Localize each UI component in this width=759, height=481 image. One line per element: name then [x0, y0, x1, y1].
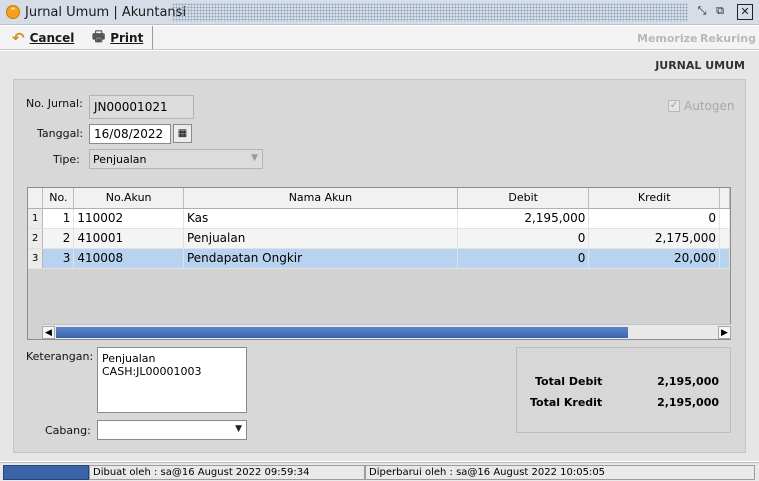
total-kredit-value: 2,195,000 — [657, 396, 719, 409]
cancel-button[interactable]: ↶ Cancel — [6, 28, 80, 48]
window-title: Jurnal Umum | Akuntansi — [25, 5, 187, 20]
column-header-kredit[interactable]: Kredit — [588, 188, 720, 209]
table-header-row: No. No.Akun Nama Akun Debit Kredit — [28, 188, 730, 209]
title-bar: ⌃ Jurnal Umum | Akuntansi ⤡ ⧉ ✕ — [0, 0, 759, 25]
table-row-selected[interactable]: 3 3 410008 Pendapatan Ongkir 0 20,000 — [28, 248, 730, 269]
column-header-no[interactable]: No. — [42, 188, 75, 209]
cell-nama-akun: Kas — [183, 208, 458, 229]
scroll-right-icon[interactable]: ▶ — [718, 326, 731, 339]
toolbar-separator — [152, 26, 153, 49]
keterangan-label: Keterangan: — [26, 350, 94, 363]
cabang-select[interactable]: ▼ — [97, 420, 247, 440]
cell-filler — [719, 208, 730, 229]
row-number: 3 — [28, 248, 44, 269]
rekuring-button[interactable]: Rekuring — [700, 32, 756, 45]
cell-kredit: 2,175,000 — [588, 228, 720, 249]
cell-debit: 0 — [457, 248, 590, 269]
status-bar: Dibuat oleh : sa@16 August 2022 09:59:34… — [0, 462, 759, 481]
app-icon: ⌃ — [6, 5, 20, 19]
cell-no-akun: 410001 — [73, 228, 184, 249]
journal-table: No. No.Akun Nama Akun Debit Kredit 1 1 1… — [28, 188, 730, 269]
total-kredit-label: Total Kredit — [530, 396, 603, 409]
cancel-label: Cancel — [29, 31, 75, 45]
scroll-left-icon[interactable]: ◀ — [42, 326, 55, 339]
restore-icon[interactable]: ⤡ — [694, 4, 710, 20]
totals-panel: Total Debit 2,195,000 Total Kredit 2,195… — [516, 347, 731, 433]
chevron-down-icon: ▼ — [251, 153, 258, 163]
cell-debit: 2,195,000 — [457, 208, 590, 229]
cell-kredit: 0 — [588, 208, 720, 229]
tanggal-label: Tanggal: — [37, 127, 84, 140]
scrollbar-thumb[interactable] — [56, 327, 628, 338]
undo-arrow-icon: ↶ — [12, 29, 25, 47]
autogen-label: Autogen — [684, 99, 735, 113]
tipe-select[interactable]: Penjualan ▼ — [89, 149, 263, 169]
tipe-label: Tipe: — [53, 153, 80, 166]
section-title: JURNAL UMUM — [655, 59, 745, 72]
close-icon[interactable]: ✕ — [737, 4, 753, 20]
cell-no-akun: 410008 — [73, 248, 184, 269]
status-updated: Diperbarui oleh : sa@16 August 2022 10:0… — [365, 465, 755, 480]
toolbar: ↶ Cancel 🖶 Print Memorize Rekuring — [0, 26, 759, 50]
cell-kredit: 20,000 — [588, 248, 720, 269]
printer-icon: 🖶 — [92, 29, 106, 45]
table-row[interactable]: 1 1 110002 Kas 2,195,000 0 — [28, 208, 730, 229]
cell-filler — [719, 228, 730, 249]
cell-no: 1 — [42, 208, 75, 229]
total-debit-value: 2,195,000 — [657, 375, 719, 388]
status-created: Dibuat oleh : sa@16 August 2022 09:59:34 — [89, 465, 365, 480]
cell-no-akun: 110002 — [73, 208, 184, 229]
print-label: Print — [110, 31, 144, 45]
cell-nama-akun: Penjualan — [183, 228, 458, 249]
journal-grid[interactable]: No. No.Akun Nama Akun Debit Kredit 1 1 1… — [27, 187, 731, 340]
title-bar-pattern — [172, 3, 688, 22]
keterangan-textarea[interactable]: Penjualan CASH:JL00001003 — [97, 347, 247, 413]
autogen-checkbox[interactable]: ✓ Autogen — [668, 99, 734, 113]
row-number: 2 — [28, 228, 44, 249]
chevron-down-icon: ▼ — [235, 424, 242, 434]
tipe-select-value: Penjualan — [93, 153, 147, 166]
cell-no: 2 — [42, 228, 75, 249]
table-row[interactable]: 2 2 410001 Penjualan 0 2,175,000 — [28, 228, 730, 249]
memorize-button[interactable]: Memorize — [637, 32, 697, 45]
cell-nama-akun: Pendapatan Ongkir — [183, 248, 458, 269]
column-header-no-akun[interactable]: No.Akun — [73, 188, 184, 209]
no-jurnal-field[interactable]: JN00001021 — [89, 95, 194, 119]
maximize-icon[interactable]: ⧉ — [712, 4, 728, 20]
column-header-nama-akun[interactable]: Nama Akun — [183, 188, 458, 209]
checkmark-icon: ✓ — [668, 100, 680, 112]
cell-filler — [719, 248, 730, 269]
cabang-label: Cabang: — [45, 424, 91, 437]
horizontal-scrollbar[interactable]: ◀ ▶ — [42, 324, 731, 339]
tanggal-field[interactable]: 16/08/2022 — [89, 124, 171, 144]
column-header-debit[interactable]: Debit — [457, 188, 590, 209]
cell-no: 3 — [42, 248, 75, 269]
row-number: 1 — [28, 208, 44, 229]
calendar-icon[interactable]: ▦ — [173, 124, 192, 143]
status-progress — [3, 465, 89, 480]
no-jurnal-label: No. Jurnal: — [26, 97, 83, 110]
print-button[interactable]: 🖶 Print — [86, 28, 149, 48]
column-header-filler — [719, 188, 730, 209]
total-debit-label: Total Debit — [535, 375, 603, 388]
row-header-corner — [28, 188, 44, 209]
cell-debit: 0 — [457, 228, 590, 249]
